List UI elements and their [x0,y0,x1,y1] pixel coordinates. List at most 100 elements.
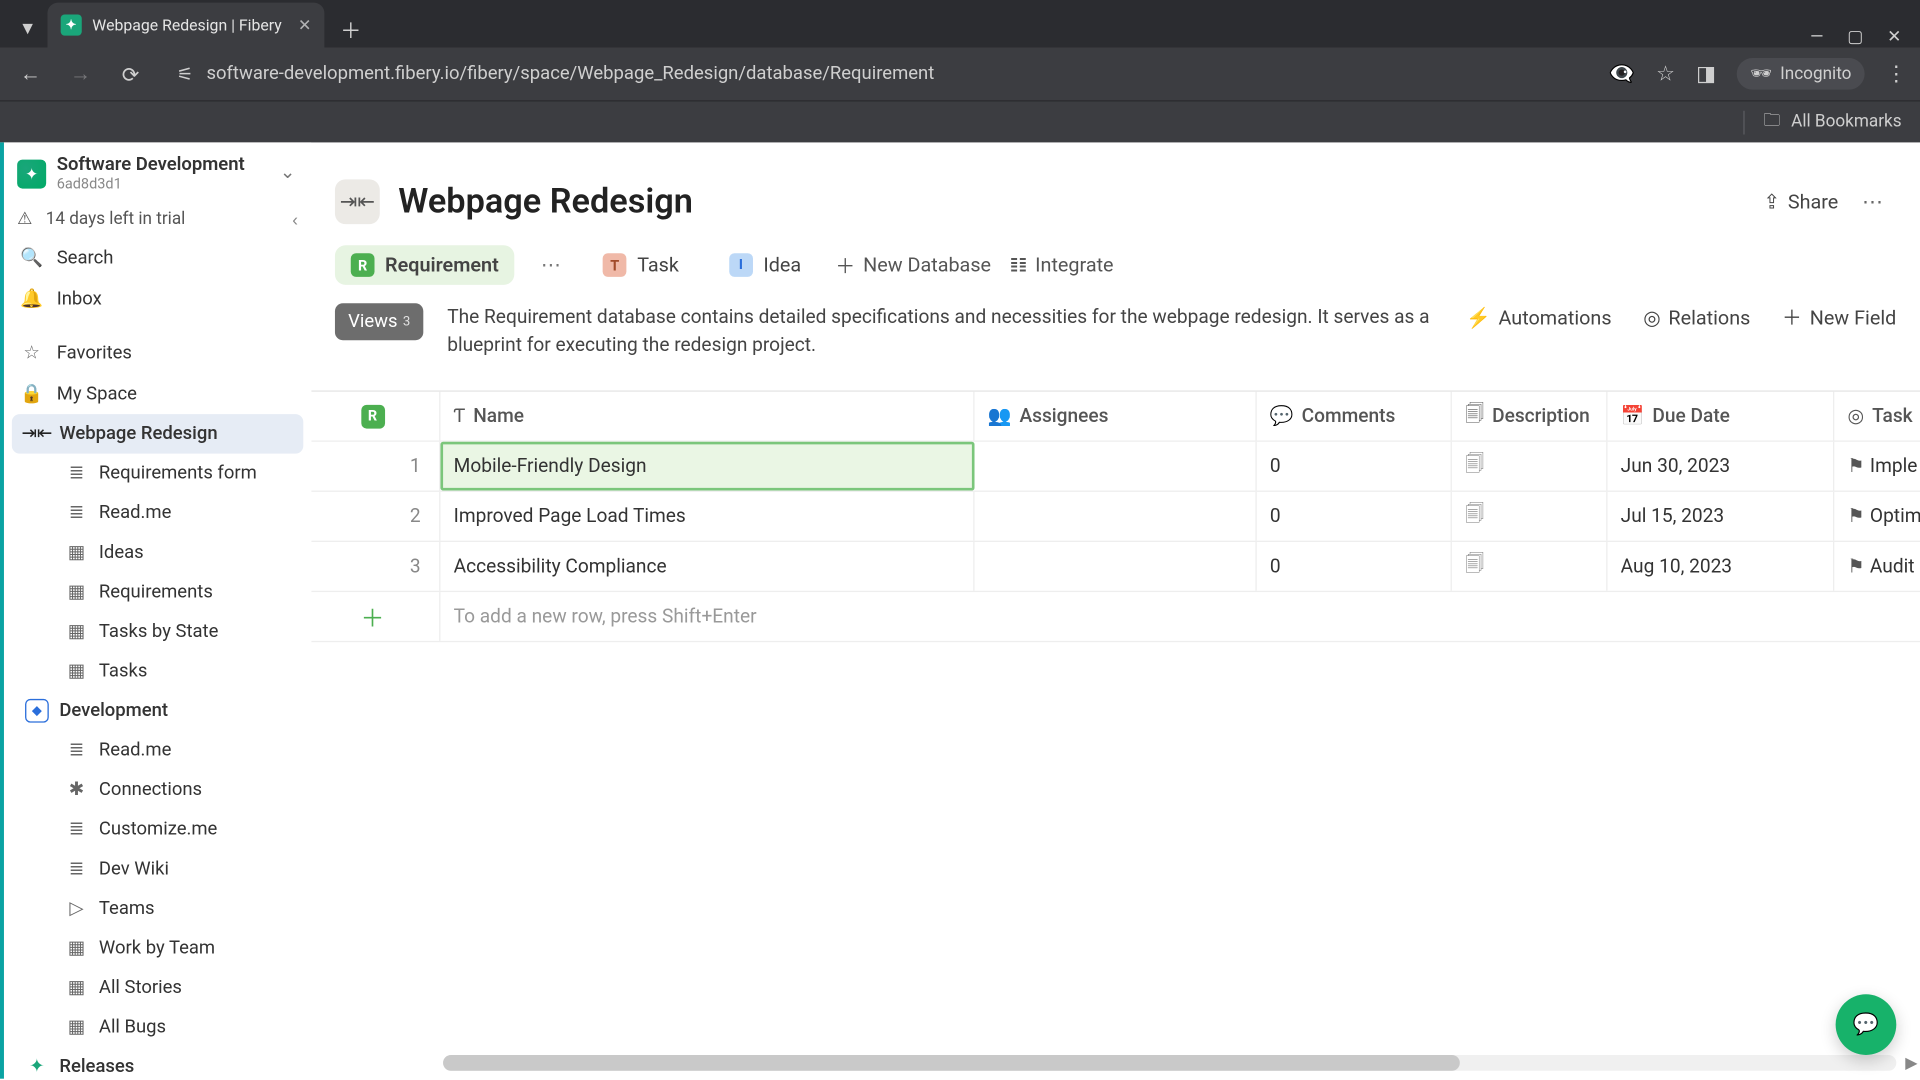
nav-label: Tasks [99,661,147,682]
cell-name[interactable]: Improved Page Load Times [440,492,974,541]
new-database-button[interactable]: ＋New Database [835,251,991,279]
tab-requirement[interactable]: RRequirement [335,245,515,285]
workspace-switcher[interactable]: ✦ Software Development 6ad8d3d1 ⌄ [4,142,311,201]
automations-button[interactable]: ⚡Automations [1466,305,1612,329]
address-bar[interactable]: ⚟ software-development.fibery.io/fibery/… [164,54,1593,94]
space-icon[interactable]: ⇥⇤ [335,179,380,224]
eye-off-icon[interactable]: 👁‍🗨 [1609,61,1635,87]
nav-tasks-by-state[interactable]: ▦Tasks by State [51,612,303,652]
back-button[interactable]: ← [13,57,47,91]
integrate-button[interactable]: 𝌮Integrate [1009,253,1113,277]
sidebar-my-space[interactable]: 🔒My Space [4,374,311,415]
nav-all-bugs[interactable]: ▦All Bugs [51,1008,303,1048]
maximize-button[interactable]: ▢ [1847,28,1863,48]
site-settings-icon[interactable]: ⚟ [177,63,194,85]
nav-requirements[interactable]: ▦Requirements [51,573,303,613]
chevron-down-icon[interactable]: ⌄ [280,161,295,183]
relations-button[interactable]: ◎Relations [1643,305,1750,329]
add-row-hint[interactable]: To add a new row, press Shift+Enter [440,592,1920,641]
tab-idea[interactable]: IIdea [713,245,817,285]
browser-menu-button[interactable]: ⋮ [1886,61,1907,87]
cell-task[interactable]: ⚑Optim [1834,492,1920,541]
new-tab-button[interactable]: ＋ [332,11,369,48]
views-button[interactable]: Views3 [335,303,424,340]
col-task[interactable]: ◎Task [1834,392,1920,441]
table-row[interactable]: 3 Accessibility Compliance 0 🗐 Aug 10, 2… [311,542,1920,592]
link-icon: ◎ [1847,406,1864,427]
table-row[interactable]: 2 Improved Page Load Times 0 🗐 Jul 15, 2… [311,492,1920,542]
nav-read-me[interactable]: ≣Read.me [51,731,303,771]
horizontal-scrollbar[interactable]: ▶ [443,1055,1896,1071]
add-row[interactable]: ＋ To add a new row, press Shift+Enter [311,592,1920,642]
table-row[interactable]: 1 Mobile-Friendly Design 0 🗐 Jun 30, 202… [311,442,1920,492]
cell-due-date[interactable]: Jun 30, 2023 [1607,442,1834,491]
more-menu-button[interactable]: ⋯ [1862,189,1883,215]
bookmark-star-icon[interactable]: ☆ [1656,61,1675,87]
space-releases[interactable]: ✦Releases [12,1048,303,1079]
cell-description[interactable]: 🗐 [1452,492,1608,541]
browser-tab[interactable]: ✦ Webpage Redesign | Fibery ✕ [47,3,324,48]
cell-task[interactable]: ⚑Audit [1834,542,1920,591]
note-filled-icon: 🗐 [1465,550,1484,583]
intercom-chat-button[interactable]: 💬 [1836,994,1897,1055]
col-entity-badge[interactable]: R [311,392,440,441]
sidebar-inbox[interactable]: 🔔Inbox [4,279,311,320]
nav-all-stories[interactable]: ▦All Stories [51,968,303,1008]
page-title[interactable]: Webpage Redesign [398,182,693,222]
cell-due-date[interactable]: Jul 15, 2023 [1607,492,1834,541]
minimize-button[interactable]: — [1810,28,1823,48]
cell-name[interactable]: Accessibility Compliance [440,542,974,591]
collapse-sidebar-icon[interactable]: ‹ [292,210,298,230]
nav-work-by-team[interactable]: ▦Work by Team [51,929,303,969]
sidebar-favorites[interactable]: ☆Favorites [4,333,311,374]
cell-description[interactable]: 🗐 [1452,542,1608,591]
cell-assignees[interactable] [975,442,1257,491]
nav-tasks[interactable]: ▦Tasks [51,652,303,692]
view-icon: ≣ [65,462,89,486]
cell-assignees[interactable] [975,492,1257,541]
close-tab-icon[interactable]: ✕ [298,16,311,34]
nav-teams[interactable]: ▷Teams [51,889,303,929]
col-due-date[interactable]: 📅Due Date [1607,392,1834,441]
nav-requirements-form[interactable]: ≣Requirements form [51,454,303,494]
trial-banner[interactable]: ⚠ 14 days left in trial ‹ [4,201,311,238]
cell-due-date[interactable]: Aug 10, 2023 [1607,542,1834,591]
cell-name[interactable]: Mobile-Friendly Design [440,442,974,491]
nav-read-me[interactable]: ≣Read.me [51,494,303,534]
col-comments[interactable]: 💬Comments [1257,392,1452,441]
nav-customize-me[interactable]: ≣Customize.me [51,810,303,850]
cell-comments[interactable]: 0 [1257,542,1452,591]
nav-label: All Bugs [99,1017,166,1038]
tab-task[interactable]: TTask [587,245,695,285]
tab-requirement-menu[interactable]: ⋯ [533,248,569,282]
col-assignees[interactable]: 👥Assignees [975,392,1257,441]
col-description[interactable]: 🗐Description [1452,392,1608,441]
nav-dev-wiki[interactable]: ≣Dev Wiki [51,850,303,890]
add-row-plus-icon[interactable]: ＋ [311,592,440,641]
share-button[interactable]: ⇪Share [1763,190,1838,214]
side-panel-icon[interactable]: ◨ [1696,61,1716,87]
nav-ideas[interactable]: ▦Ideas [51,533,303,573]
cell-task[interactable]: ⚑Imple [1834,442,1920,491]
space-development[interactable]: ◆Development [12,692,303,732]
cell-assignees[interactable] [975,542,1257,591]
space-webpage-redesign[interactable]: ⇥⇤Webpage Redesign [12,415,303,455]
sidebar-search[interactable]: 🔍Search [4,238,311,279]
scrollbar-thumb[interactable] [443,1055,1460,1071]
database-description[interactable]: The Requirement database contains detail… [447,303,1442,358]
forward-button[interactable]: → [63,57,97,91]
all-bookmarks-button[interactable]: All Bookmarks [1791,112,1901,132]
tabs-dropdown-button[interactable]: ▾ [8,8,48,48]
incognito-indicator[interactable]: 🕶 Incognito [1737,58,1864,90]
cell-description[interactable]: 🗐 [1452,442,1608,491]
cell-comments[interactable]: 0 [1257,492,1452,541]
close-window-button[interactable]: ✕ [1887,28,1901,48]
new-field-button[interactable]: ＋New Field [1782,303,1896,331]
reload-button[interactable]: ⟳ [113,57,147,91]
nav-connections[interactable]: ✱Connections [51,771,303,811]
view-icon: ✱ [65,779,89,803]
scroll-right-icon[interactable]: ▶ [1905,1054,1917,1072]
cell-comments[interactable]: 0 [1257,442,1452,491]
bookmark-bar: 🗀 All Bookmarks [0,100,1920,142]
col-name[interactable]: ƬName [440,392,974,441]
